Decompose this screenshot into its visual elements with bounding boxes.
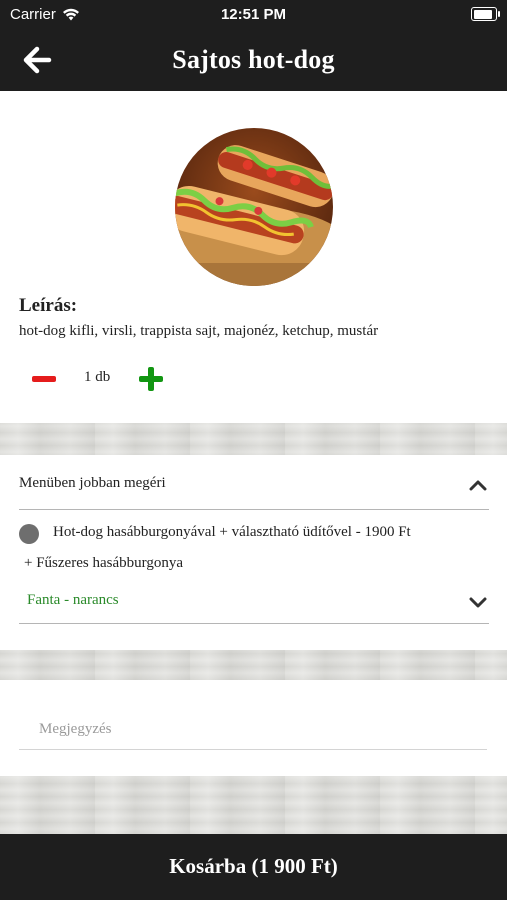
- drink-selected-value: Fanta - narancs: [27, 592, 119, 608]
- decrease-quantity-button[interactable]: [32, 376, 56, 382]
- description-text: hot-dog kifli, virsli, trappista sajt, m…: [19, 323, 379, 339]
- menu-option-title: Hot-dog hasábburgonyával + választható ü…: [53, 524, 411, 540]
- battery-fill: [473, 9, 492, 19]
- menu-option-radio[interactable]: [19, 524, 39, 544]
- status-time: 12:51 PM: [220, 6, 287, 23]
- menu-section-title: Menüben jobban megéri: [19, 475, 166, 491]
- chevron-down-icon: [469, 597, 487, 608]
- note-input[interactable]: [19, 710, 487, 750]
- nav-bar: Sajtos hot-dog: [0, 30, 507, 91]
- menu-option-side: + Fűszeres hasábburgonya: [24, 555, 183, 571]
- battery-icon: [471, 7, 500, 21]
- description-heading: Leírás:: [19, 295, 78, 316]
- increase-quantity-button[interactable]: [139, 367, 163, 391]
- hot-dog-photo: [175, 128, 333, 286]
- menu-section-header[interactable]: Menüben jobban megéri: [19, 473, 489, 510]
- drink-select[interactable]: Fanta - narancs: [19, 579, 489, 624]
- note-card: [0, 680, 507, 776]
- chevron-up-icon: [469, 480, 487, 491]
- add-to-cart-label: Kosárba (1 900 Ft): [169, 854, 338, 878]
- quantity-label: 1 db: [84, 369, 111, 385]
- status-bar: Carrier 12:51 PM: [0, 0, 507, 30]
- menu-card: Menüben jobban megéri Hot-dog hasábburgo…: [0, 455, 507, 650]
- product-card: Leírás: hot-dog kifli, virsli, trappista…: [0, 91, 507, 423]
- add-to-cart-button[interactable]: Kosárba (1 900 Ft): [0, 834, 507, 900]
- page-title: Sajtos hot-dog: [172, 45, 335, 74]
